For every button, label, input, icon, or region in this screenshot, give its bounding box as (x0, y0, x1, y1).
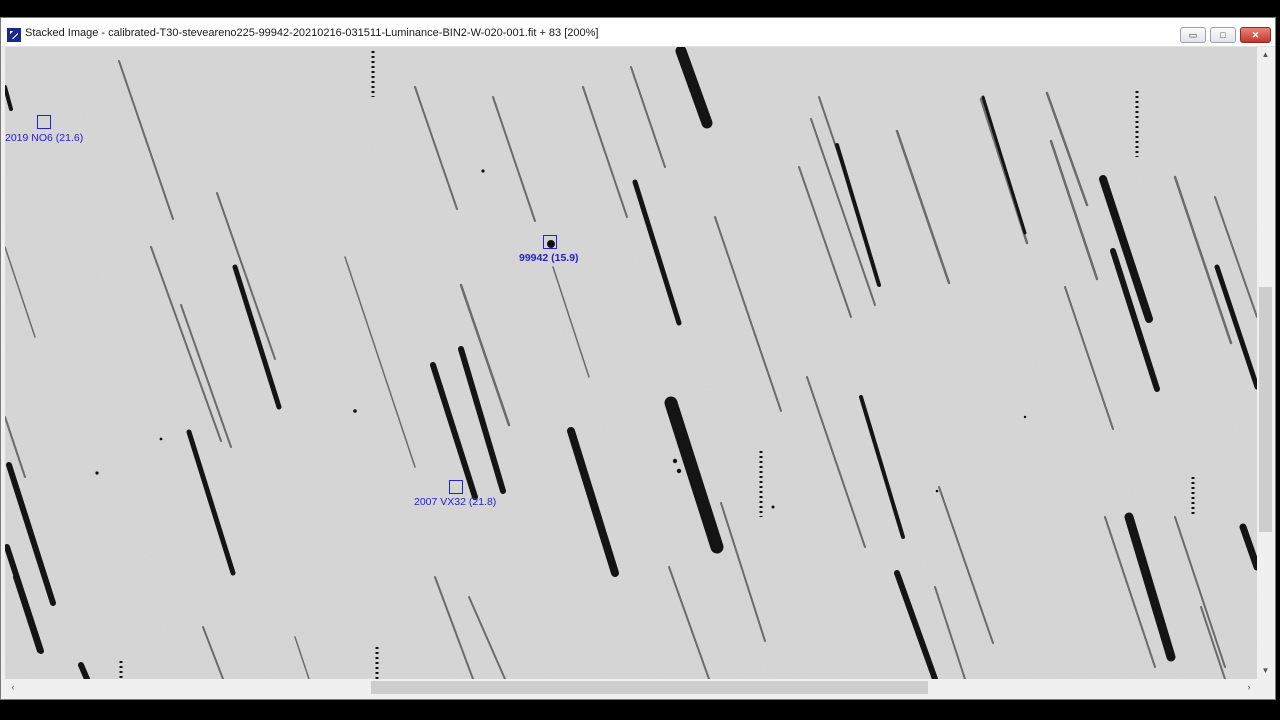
asteroid-label-2019-no6: 2019 NO6 (21.6) (5, 132, 84, 144)
scroll-left-arrow-icon[interactable]: ‹ (5, 679, 21, 696)
bottom-black-bar (0, 700, 1280, 720)
scroll-up-arrow-icon[interactable]: ▲ (1257, 47, 1274, 63)
top-black-bar (0, 0, 1280, 17)
vertical-scroll-thumb[interactable] (1259, 287, 1272, 532)
astro-image (5, 47, 1257, 679)
asteroid-marker-99942[interactable] (543, 235, 557, 249)
horizontal-scrollbar[interactable]: ‹ › (5, 679, 1257, 696)
asteroid-marker-2019-no6[interactable] (37, 115, 51, 129)
scroll-down-arrow-icon[interactable]: ▼ (1257, 663, 1274, 679)
scroll-right-arrow-icon[interactable]: › (1241, 679, 1257, 696)
app-icon (7, 28, 21, 42)
asteroid-label-2007-vx32: 2007 VX32 (21.8) (414, 496, 497, 508)
minimize-button[interactable]: ▭ (1180, 27, 1206, 43)
close-button[interactable]: ✕ (1240, 27, 1271, 43)
window-title: Stacked Image - calibrated-T30-stevearen… (25, 27, 599, 39)
horizontal-scroll-thumb[interactable] (371, 681, 928, 694)
vertical-scrollbar[interactable]: ▲ ▼ (1257, 47, 1274, 679)
stacked-image-window: Stacked Image - calibrated-T30-stevearen… (0, 17, 1276, 700)
maximize-button[interactable]: □ (1210, 27, 1236, 43)
image-viewport[interactable]: 2019 NO6 (21.6) 99942 (15.9) 2007 VX32 (… (5, 47, 1257, 679)
asteroid-label-99942: 99942 (15.9) (519, 252, 579, 264)
title-bar[interactable]: Stacked Image - calibrated-T30-stevearen… (1, 18, 1275, 47)
scrollbar-corner (1257, 679, 1274, 696)
asteroid-marker-2007-vx32[interactable] (449, 480, 463, 494)
